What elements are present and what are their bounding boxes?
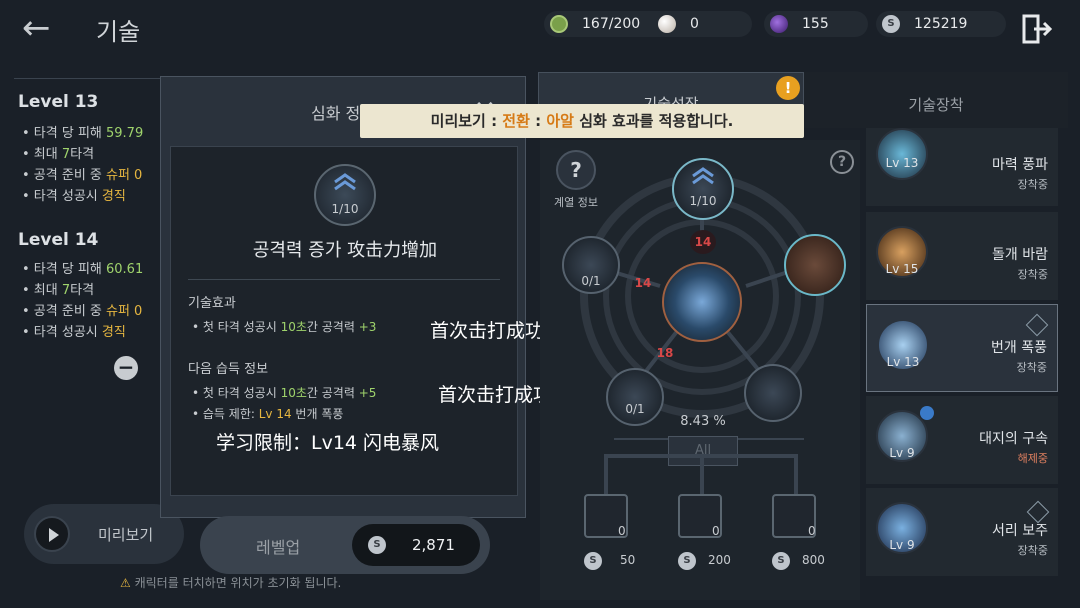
level13-title: Level 13 <box>18 92 99 112</box>
double-chevron-up-icon <box>334 173 356 191</box>
play-icon[interactable] <box>34 516 70 552</box>
skill-status: 장착중 <box>1017 268 1048 281</box>
effect-header: 기술효과 <box>188 296 236 311</box>
tree-node-top-count: 1/10 <box>689 194 717 208</box>
skill-icon <box>876 128 928 180</box>
next-effect-line: • 첫 타격 성공시 10초간 공격력 +5 <box>192 386 377 400</box>
level-up-label: 레벨업 <box>256 538 301 557</box>
divider <box>14 78 174 79</box>
green-stone-icon <box>550 15 568 33</box>
tab-skill-equip[interactable]: 기술장착 <box>804 72 1068 128</box>
skill-level: Lv 9 <box>889 538 915 552</box>
silver-coin-icon: S <box>584 552 602 570</box>
level13-line: • 타격 당 피해 59.79 <box>22 126 144 141</box>
level14-line: • 타격 성공시 경직 <box>22 325 126 340</box>
level14-line: • 타격 당 피해 60.61 <box>22 262 144 277</box>
exit-icon[interactable] <box>1020 12 1054 46</box>
book-cost: 200 <box>708 553 731 567</box>
level13-line: • 타격 성공시 경직 <box>22 189 126 204</box>
tree-node-right[interactable] <box>784 234 846 296</box>
skill-name: 공격력 증가 攻击力增加 <box>252 240 438 261</box>
skill-status: 장착중 <box>1016 361 1047 374</box>
skill-status: 장착중 <box>1017 178 1048 191</box>
book-cost: 50 <box>620 553 636 567</box>
back-arrow-icon[interactable]: ← <box>22 8 51 48</box>
skill-name: 번개 폭풍 <box>991 340 1047 356</box>
tree-node-center[interactable] <box>662 262 742 342</box>
requirement-translation: 学习限制：Lv14 闪电暴风 <box>216 432 440 454</box>
skill-level: Lv 13 <box>885 156 919 170</box>
currency-coin-value: 125219 <box>914 16 968 32</box>
double-chevron-up-icon <box>692 167 714 185</box>
currency-pearl: 0 <box>652 11 752 37</box>
currency-stone-value: 167/200 <box>582 16 641 32</box>
series-info-button[interactable]: ? <box>556 150 596 190</box>
requirement-line: • 습득 제한: Lv 14 번개 폭풍 <box>192 407 344 421</box>
skill-name: 돌개 바람 <box>992 247 1048 263</box>
next-learn-header: 다음 습득 정보 <box>188 362 269 377</box>
page-title: 기술 <box>96 18 141 46</box>
notification-dot <box>920 406 934 420</box>
silver-coin-icon: S <box>678 552 696 570</box>
silver-coin-icon: S <box>368 536 386 554</box>
diamond-icon <box>1025 313 1049 337</box>
skill-level: Lv 9 <box>889 446 915 460</box>
tree-node-bottom-left[interactable] <box>606 368 664 426</box>
reset-warning: ⚠ 캐릭터를 터치하면 위치가 초기화 됩니다. <box>120 576 342 590</box>
skill-level: Lv 13 <box>886 355 920 369</box>
tree-node-bottom-right[interactable] <box>744 364 802 422</box>
red-counter: 18 <box>656 346 674 360</box>
alert-badge: ! <box>776 76 800 100</box>
top-bar: ← 기술 167/200 0 155 S 125219 <box>0 0 1080 52</box>
effect-line: • 첫 타격 성공시 10초간 공격력 +3 <box>192 320 377 334</box>
level14-line: • 공격 준비 중 슈퍼 0 <box>22 304 143 319</box>
skill-name: 마력 풍파 <box>992 157 1048 173</box>
progress-percent: 8.43 % <box>680 414 726 429</box>
list-item[interactable]: Lv 13 마력 풍파 장착중 <box>866 128 1058 206</box>
tree-node-left-count: 0/1 <box>581 274 601 288</box>
series-info-label: 계열 정보 <box>554 196 598 209</box>
warning-icon: ⚠ <box>120 576 131 590</box>
skill-status: 장착중 <box>1017 544 1048 557</box>
book-count: 0 <box>712 524 720 538</box>
silver-coin-icon: S <box>772 552 790 570</box>
skill-count: 1/10 <box>331 202 359 216</box>
book-count: 0 <box>618 524 626 538</box>
list-item[interactable]: Lv 9 대지의 구속 해제중 <box>866 396 1058 484</box>
currency-pearl-value: 0 <box>690 16 699 32</box>
collapse-minus-icon[interactable]: − <box>114 356 138 380</box>
preview-label: 미리보기 <box>98 526 154 544</box>
pearl-icon <box>658 15 676 33</box>
level14-line: • 최대 7타격 <box>22 283 95 298</box>
skill-name: 대지의 구속 <box>979 431 1048 447</box>
book-count: 0 <box>808 524 816 538</box>
help-icon[interactable]: ? <box>830 150 854 174</box>
skill-level: Lv 15 <box>885 262 919 276</box>
red-counter: 14 <box>634 276 652 290</box>
list-item[interactable]: Lv 15 돌개 바람 장착중 <box>866 212 1058 300</box>
red-counter: 14 <box>690 230 716 254</box>
currency-orb-value: 155 <box>802 16 829 32</box>
level13-line: • 최대 7타격 <box>22 147 95 162</box>
book-cost: 800 <box>802 553 825 567</box>
level13-line: • 공격 준비 중 슈퍼 0 <box>22 168 143 183</box>
tree-node-bottom-count: 0/1 <box>625 402 645 416</box>
level-up-cost-value: 2,871 <box>412 536 455 554</box>
list-item[interactable]: Lv 9 서리 보주 장착중 <box>866 488 1058 576</box>
currency-orb: 155 <box>764 11 868 37</box>
book-connector <box>604 454 798 496</box>
purple-orb-icon <box>770 15 788 33</box>
level14-title: Level 14 <box>18 230 99 250</box>
silver-coin-icon: S <box>882 15 900 33</box>
skill-status: 해제중 <box>1017 452 1048 465</box>
list-item-selected[interactable]: Lv 13 번개 폭풍 장착중 <box>866 304 1058 392</box>
preview-tooltip: 미리보기 : 전환 : 아알 심화 효과를 적용합니다. <box>360 104 804 138</box>
skill-name: 서리 보주 <box>992 523 1048 539</box>
divider <box>188 279 500 280</box>
currency-coin: S 125219 <box>876 11 1006 37</box>
